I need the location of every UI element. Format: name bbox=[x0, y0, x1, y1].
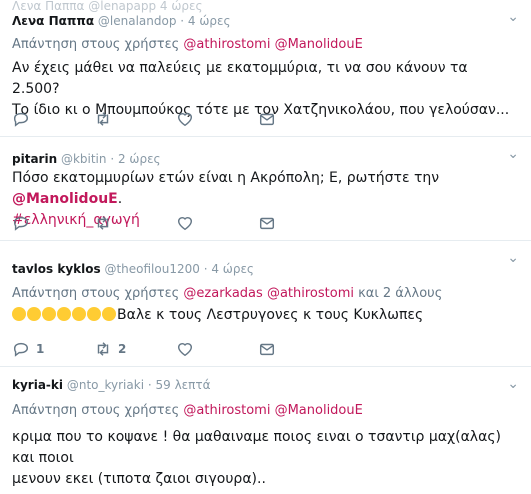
tweet-text: κριμα που το κοψανε ! θα μαθαιναμε ποιος… bbox=[12, 427, 517, 490]
tweet-line: μενουν εκει (τιποτα ζαιοι σιγουρα).. bbox=[12, 471, 266, 487]
tweet-actions bbox=[12, 214, 340, 232]
tweet-2-header: pitarin @kbitin · 2 ώρες bbox=[12, 152, 161, 166]
retweet-icon bbox=[97, 342, 109, 356]
tweet-4-header: kyria-ki @nto_kyriaki · 59 λεπτά bbox=[12, 378, 211, 392]
reply-prefix: Απάντηση στους χρήστες bbox=[12, 403, 180, 418]
author-name[interactable]: tavlos kyklos bbox=[12, 262, 101, 276]
tweet-3: tavlos kyklos @theofilou1200 · 4 ώρες ⌄ … bbox=[0, 241, 531, 367]
tweet-time[interactable]: 59 λεπτά bbox=[155, 378, 210, 392]
chevron-down-icon[interactable]: ⌄ bbox=[507, 377, 519, 391]
reply-icon bbox=[13, 342, 29, 357]
tweet-time[interactable]: 2 ώρες bbox=[118, 152, 161, 166]
retweet-button[interactable] bbox=[94, 214, 176, 232]
tweet-mention[interactable]: @ManolidouE bbox=[12, 191, 118, 207]
laughing-emoji-icon bbox=[12, 307, 26, 321]
tweet-text: Βαλε κ τους Λεστρυγονες κ τους Κυκλωπες bbox=[12, 305, 517, 326]
tweet-1: Λενα Παππα @lenapapp 4 ώρες Λενα Παππα @… bbox=[0, 0, 531, 137]
tweet-2: pitarin @kbitin · 2 ώρες ⌄ Πόσο εκατομμυ… bbox=[0, 137, 531, 241]
laughing-emoji-icon bbox=[72, 307, 86, 321]
laughing-emoji-icon bbox=[57, 307, 71, 321]
tweet-actions bbox=[12, 110, 340, 128]
reply-mention[interactable]: @athirostomi bbox=[183, 403, 270, 418]
retweet-button[interactable] bbox=[94, 110, 176, 128]
tweet-4: kyria-ki @nto_kyriaki · 59 λεπτά ⌄ Απάντ… bbox=[0, 367, 531, 494]
laughing-emoji-icon bbox=[27, 307, 41, 321]
dm-button[interactable] bbox=[258, 340, 340, 358]
tweet-text-end: . bbox=[117, 191, 123, 207]
laughing-emoji-icon bbox=[42, 307, 56, 321]
author-name[interactable]: Λενα Παππα bbox=[12, 14, 94, 28]
author-handle[interactable]: @kbitin bbox=[61, 152, 107, 166]
chevron-down-icon[interactable]: ⌄ bbox=[507, 147, 519, 161]
retweet-button[interactable]: 2 bbox=[94, 340, 176, 358]
tweet-time[interactable]: 4 ώρες bbox=[211, 262, 254, 276]
author-handle[interactable]: @theofilou1200 bbox=[104, 262, 199, 276]
reply-context: Απάντηση στους χρήστες @ezarkadas @athir… bbox=[12, 286, 442, 301]
retweet-icon bbox=[97, 112, 109, 126]
tweet-3-header: tavlos kyklos @theofilou1200 · 4 ώρες bbox=[12, 262, 254, 276]
reply-prefix: Απάντηση στους χρήστες bbox=[12, 286, 180, 301]
reply-context: Απάντηση στους χρήστες @athirostomi @Man… bbox=[12, 37, 363, 52]
author-handle[interactable]: @nto_kyriaki bbox=[67, 378, 144, 392]
author-handle[interactable]: @lenalandop bbox=[98, 14, 177, 28]
dm-icon bbox=[259, 343, 275, 356]
emoji-row bbox=[12, 307, 117, 323]
tweet-actions: 1 2 bbox=[12, 340, 340, 358]
like-button[interactable] bbox=[176, 214, 258, 232]
tweet-line: Πόσο εκατομμυρίων ετών είναι η Ακρόπολη;… bbox=[12, 168, 517, 210]
reply-mention[interactable]: @athirostomi bbox=[183, 37, 270, 52]
tweet-line: κριμα που το κοψανε ! θα μαθαιναμε ποιος… bbox=[12, 429, 501, 466]
retweet-count: 2 bbox=[118, 342, 127, 356]
reply-count: 1 bbox=[36, 342, 45, 356]
retweet-icon bbox=[97, 216, 109, 230]
dm-button[interactable] bbox=[258, 110, 340, 128]
like-icon bbox=[177, 217, 193, 231]
chevron-down-icon[interactable]: ⌄ bbox=[507, 251, 519, 265]
reply-button[interactable] bbox=[12, 214, 94, 232]
reply-mention[interactable]: @ManolidouE bbox=[275, 37, 363, 52]
tweet-line: Αν έχεις μάθει να παλεύεις με εκατομμύρι… bbox=[12, 60, 468, 97]
reply-mention[interactable]: @athirostomi bbox=[267, 286, 354, 301]
reply-context: Απάντηση στους χρήστες @athirostomi @Man… bbox=[12, 403, 363, 418]
like-button[interactable] bbox=[176, 340, 258, 358]
tweet-time[interactable]: 4 ώρες bbox=[188, 14, 231, 28]
reply-prefix: Απάντηση στους χρήστες bbox=[12, 37, 180, 52]
reply-button[interactable] bbox=[12, 110, 94, 128]
chevron-down-icon[interactable]: ⌄ bbox=[507, 10, 519, 24]
tweet-line: Βαλε κ τους Λεστρυγονες κ τους Κυκλωπες bbox=[117, 307, 424, 323]
dm-button[interactable] bbox=[258, 214, 340, 232]
like-button[interactable] bbox=[176, 110, 258, 128]
reply-suffix[interactable]: και 2 άλλους bbox=[358, 286, 442, 301]
reply-mention[interactable]: @ezarkadas bbox=[183, 286, 262, 301]
like-icon bbox=[177, 343, 193, 357]
laughing-emoji-icon bbox=[87, 307, 101, 321]
reply-icon bbox=[13, 112, 29, 127]
reply-mention[interactable]: @ManolidouE bbox=[275, 403, 363, 418]
like-icon bbox=[177, 113, 193, 127]
author-name[interactable]: kyria-ki bbox=[12, 378, 63, 392]
dm-icon bbox=[259, 113, 275, 126]
tweet-1-ghost-header: Λενα Παππα @lenapapp 4 ώρες bbox=[12, 0, 203, 13]
reply-button[interactable]: 1 bbox=[12, 340, 94, 358]
author-name[interactable]: pitarin bbox=[12, 152, 57, 166]
dm-icon bbox=[259, 217, 275, 230]
reply-icon bbox=[13, 216, 29, 231]
tweet-text-main: Πόσο εκατομμυρίων ετών είναι η Ακρόπολη;… bbox=[12, 170, 440, 186]
laughing-emoji-icon bbox=[102, 307, 116, 321]
tweet-1-header: Λενα Παππα @lenalandop · 4 ώρες bbox=[12, 14, 231, 28]
